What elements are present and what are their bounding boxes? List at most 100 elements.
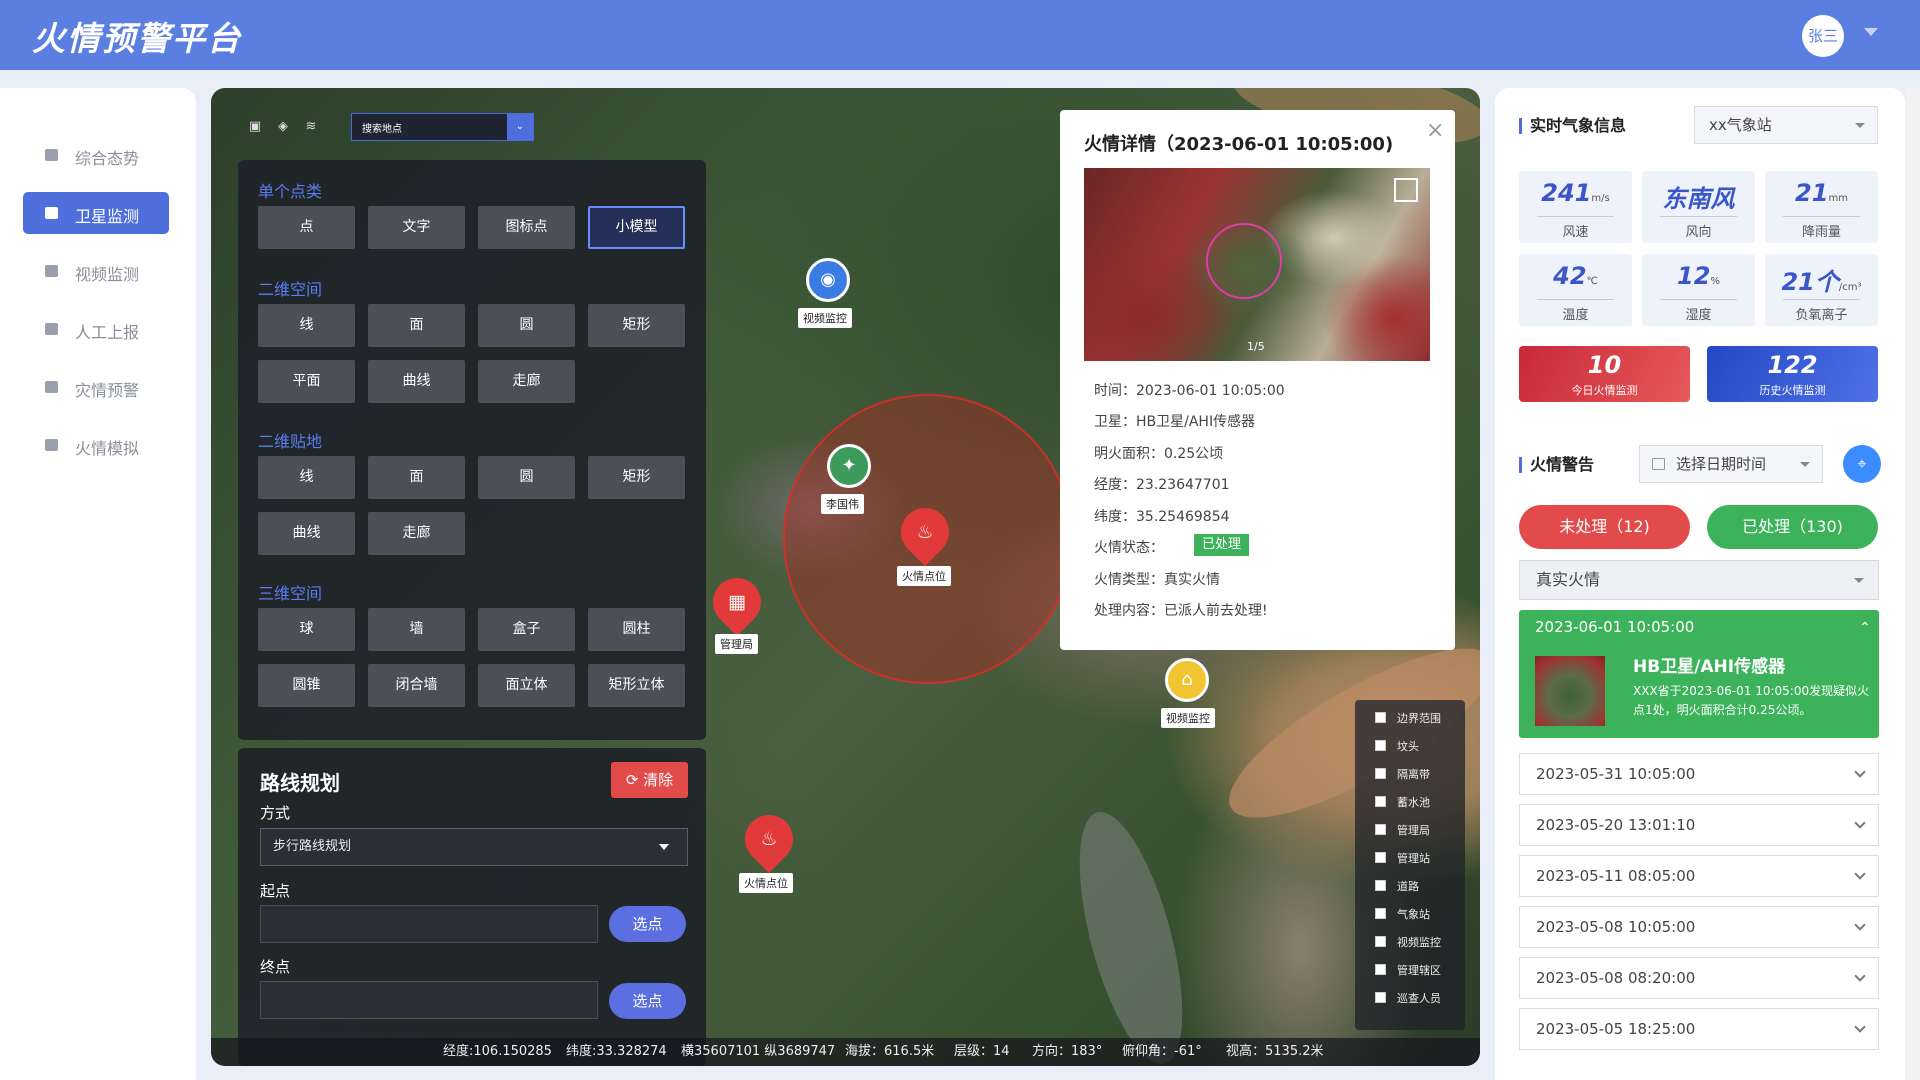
map-search-input[interactable]: 搜索地点 ⌄ xyxy=(351,113,534,141)
chevron-down-icon xyxy=(1854,766,1866,778)
camera-icon: ◉ xyxy=(806,258,850,302)
alert-item[interactable]: 2023-05-08 08:20:00 xyxy=(1519,957,1879,999)
weather-title: 实时气象信息 xyxy=(1519,118,1626,134)
today-fire-count[interactable]: 10 今日火情监测 xyxy=(1519,346,1690,402)
draw-face-button[interactable]: 面 xyxy=(368,304,465,347)
draw-face-solid-button[interactable]: 面立体 xyxy=(478,664,575,707)
sidebar-item-satellite[interactable]: 卫星监测 xyxy=(23,192,169,234)
checkbox[interactable] xyxy=(1375,796,1386,807)
pending-filter-button[interactable]: 未处理（12) xyxy=(1519,505,1690,549)
ground-corridor-button[interactable]: 走廊 xyxy=(368,512,465,555)
checkbox[interactable] xyxy=(1375,908,1386,919)
ground-line-button[interactable]: 线 xyxy=(258,456,355,499)
checkbox[interactable] xyxy=(1375,768,1386,779)
close-icon[interactable]: × xyxy=(1426,118,1444,143)
alert-item-expanded[interactable]: 2023-06-01 10:05:00 ⌃ HB卫星/AHI传感器 XXX省于2… xyxy=(1519,610,1879,738)
draw-wall-button[interactable]: 墙 xyxy=(368,608,465,651)
weather-card-wind-speed: 241m/s 风速 xyxy=(1519,171,1632,243)
section-title: 二维空间 xyxy=(258,280,323,299)
detail-time: 时间：2023-06-01 10:05:00 xyxy=(1094,383,1285,399)
draw-icon-point-button[interactable]: 图标点 xyxy=(478,206,575,249)
route-mode-select[interactable]: 步行路线规划 xyxy=(260,828,688,866)
app-title: 火情预警平台 xyxy=(32,19,242,58)
processed-filter-button[interactable]: 已处理（130) xyxy=(1707,505,1878,549)
alert-item[interactable]: 2023-05-08 10:05:00 xyxy=(1519,906,1879,948)
image-icon[interactable]: ▣ xyxy=(241,113,269,141)
date-time-picker[interactable]: 选择日期时间 xyxy=(1639,445,1823,483)
sidebar-item-overview[interactable]: 综合态势 xyxy=(23,134,169,176)
ground-circle-button[interactable]: 圆 xyxy=(478,456,575,499)
checkbox[interactable] xyxy=(1375,712,1386,723)
person-icon: ✦ xyxy=(827,444,871,488)
chevron-up-icon[interactable]: ⌃ xyxy=(1859,620,1871,636)
layers-icon[interactable]: ◈ xyxy=(269,113,297,141)
chevron-down-icon xyxy=(1854,1021,1866,1033)
draw-plane-button[interactable]: 平面 xyxy=(258,360,355,403)
checkbox[interactable] xyxy=(1375,964,1386,975)
draw-point-button[interactable]: 点 xyxy=(258,206,355,249)
draw-small-model-button[interactable]: 小模型 xyxy=(588,206,685,249)
checkbox[interactable] xyxy=(1375,824,1386,835)
video-icon xyxy=(45,265,58,277)
alert-item[interactable]: 2023-05-05 18:25:00 xyxy=(1519,1008,1879,1050)
stack-icon[interactable]: ≋ xyxy=(297,113,325,141)
draw-closed-wall-button[interactable]: 闭合墙 xyxy=(368,664,465,707)
chevron-down-icon[interactable]: ⌄ xyxy=(507,114,533,140)
image-pager: 1/5 xyxy=(1247,340,1265,353)
checkbox[interactable] xyxy=(1375,936,1386,947)
checkbox[interactable] xyxy=(1375,880,1386,891)
ground-face-button[interactable]: 面 xyxy=(368,456,465,499)
fire-detail-popup: 火情详情（2023-06-01 10:05:00) × 1/5 时间：2023-… xyxy=(1060,110,1455,650)
sidebar-item-video[interactable]: 视频监测 xyxy=(23,250,169,292)
flame-icon: ♨ xyxy=(760,828,778,850)
clear-button[interactable]: ⟳ 清除 xyxy=(611,762,688,798)
fire-satellite-image[interactable]: 1/5 xyxy=(1084,168,1430,361)
ground-rect-button[interactable]: 矩形 xyxy=(588,456,685,499)
draw-corridor-button[interactable]: 走廊 xyxy=(478,360,575,403)
history-fire-count[interactable]: 122 历史火情监测 xyxy=(1707,346,1878,402)
checkbox[interactable] xyxy=(1375,992,1386,1003)
page-scrollbar[interactable] xyxy=(1906,88,1920,1080)
avatar[interactable]: 张三 xyxy=(1802,15,1844,57)
locate-icon[interactable]: ⌖ xyxy=(1843,445,1881,483)
grid-icon xyxy=(45,149,58,161)
alert-thumbnail[interactable] xyxy=(1535,656,1605,726)
end-point-input[interactable] xyxy=(260,981,598,1019)
checkbox[interactable] xyxy=(1375,740,1386,751)
draw-circle-button[interactable]: 圆 xyxy=(478,304,575,347)
draw-curve-button[interactable]: 曲线 xyxy=(368,360,465,403)
user-menu-chevron-icon[interactable] xyxy=(1864,28,1878,36)
camera-icon: ⌂ xyxy=(1165,658,1209,702)
draw-line-button[interactable]: 线 xyxy=(258,304,355,347)
alert-item[interactable]: 2023-05-20 13:01:10 xyxy=(1519,804,1879,846)
detail-longitude: 经度：23.23647701 xyxy=(1094,477,1230,493)
satellite-icon xyxy=(45,207,58,219)
draw-box-button[interactable]: 盒子 xyxy=(478,608,575,651)
pick-start-button[interactable]: 选点 xyxy=(609,906,686,942)
heading-readout: 方向：183° xyxy=(1032,1044,1103,1059)
fire-type-select[interactable]: 真实火情 xyxy=(1519,560,1879,600)
alert-item[interactable]: 2023-05-11 08:05:00 xyxy=(1519,855,1879,897)
weather-card-temperature: 42℃ 温度 xyxy=(1519,254,1632,326)
draw-cylinder-button[interactable]: 圆柱 xyxy=(588,608,685,651)
draw-cone-button[interactable]: 圆锥 xyxy=(258,664,355,707)
draw-sphere-button[interactable]: 球 xyxy=(258,608,355,651)
checkbox[interactable] xyxy=(1375,852,1386,863)
fullscreen-icon[interactable] xyxy=(1394,178,1418,202)
pick-end-button[interactable]: 选点 xyxy=(609,983,686,1019)
draw-rect-solid-button[interactable]: 矩形立体 xyxy=(588,664,685,707)
sidebar-item-manual-report[interactable]: 人工上报 xyxy=(23,308,169,350)
sidebar-item-fire-simulation[interactable]: 火情模拟 xyxy=(23,424,169,466)
sidebar-item-disaster-warning[interactable]: 灾情预警 xyxy=(23,366,169,408)
start-point-input[interactable] xyxy=(260,905,598,943)
ground-curve-button[interactable]: 曲线 xyxy=(258,512,355,555)
end-label: 终点 xyxy=(260,958,291,976)
caret-down-icon xyxy=(1854,578,1864,583)
draw-rect-button[interactable]: 矩形 xyxy=(588,304,685,347)
alert-item[interactable]: 2023-05-31 10:05:00 xyxy=(1519,753,1879,795)
flame-icon: ♨ xyxy=(916,521,934,543)
station-select[interactable]: xx气象站 xyxy=(1694,106,1878,144)
draw-text-button[interactable]: 文字 xyxy=(368,206,465,249)
caret-down-icon xyxy=(659,844,669,850)
section-title: 三维空间 xyxy=(258,584,323,603)
